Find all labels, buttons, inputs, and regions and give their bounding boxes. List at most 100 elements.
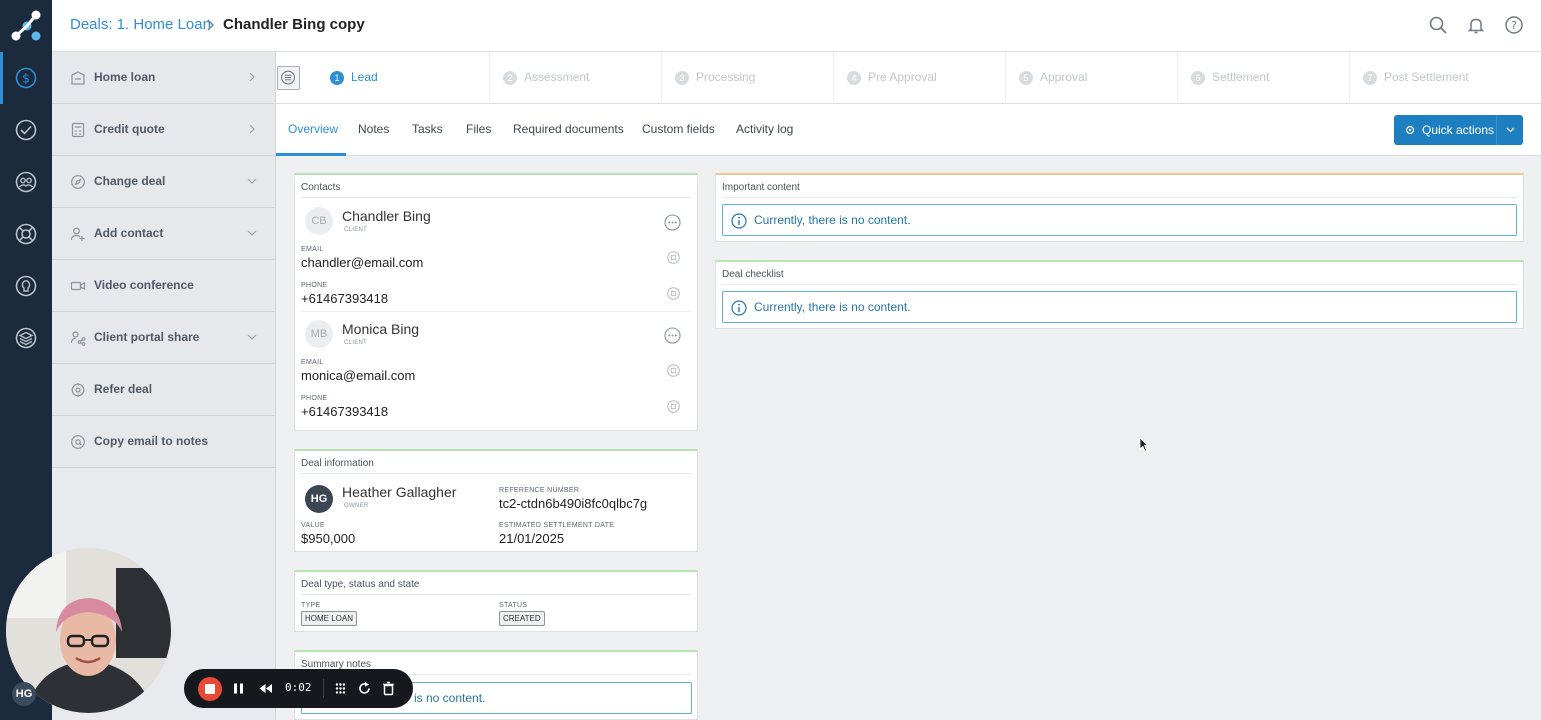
stage-post-settlement[interactable]: 7 Post Settlement <box>1363 52 1533 104</box>
sidebar-item-refer-deal[interactable]: Refer deal <box>52 364 275 416</box>
sidebar-item-credit-quote[interactable]: Credit quote <box>52 104 275 156</box>
stop-recording-button[interactable] <box>198 677 222 701</box>
sidebar-item-label: Change deal <box>94 174 166 188</box>
bell-icon[interactable] <box>1466 15 1486 35</box>
owner-role: OWNER <box>344 503 369 509</box>
trash-icon[interactable] <box>381 681 396 696</box>
sidebar-item-change-deal[interactable]: Change deal <box>52 156 275 208</box>
quick-actions-button[interactable]: Quick actions <box>1394 115 1523 145</box>
search-icon[interactable] <box>1428 15 1448 35</box>
settlement-date: 21/01/2025 <box>499 531 565 546</box>
tab-notes[interactable]: Notes <box>358 122 389 136</box>
type-badge: HOME LOAN <box>301 611 358 626</box>
mouse-cursor-icon <box>1139 437 1149 452</box>
card-title: Important content <box>722 182 800 193</box>
deal-information-card: Deal information HG Heather Gallagher OW… <box>294 449 698 552</box>
quick-actions-label: Quick actions <box>1422 123 1495 137</box>
card-divider <box>722 284 1517 285</box>
stage-number: 5 <box>1019 71 1033 85</box>
stage-pre-approval[interactable]: 4 Pre Approval <box>847 52 1006 104</box>
help-icon[interactable]: ? <box>1504 15 1524 35</box>
layers-icon[interactable] <box>14 326 38 350</box>
contact-name[interactable]: Chandler Bing <box>342 208 431 224</box>
contact-name[interactable]: Monica Bing <box>342 321 419 337</box>
chevron-down-icon <box>247 334 257 340</box>
sidebar-item-home-loan[interactable]: Home loan <box>52 52 275 104</box>
sidebar-item-copy-email-to-notes[interactable]: Copy email to notes <box>52 416 275 468</box>
home-loan-icon <box>71 71 85 85</box>
support-lifebuoy-icon[interactable] <box>14 222 38 246</box>
deal-stage-bar: 1 Lead 2 Assessment 3 Processing 4 Pre A… <box>276 52 1541 104</box>
sidebar-item-label: Client portal share <box>94 330 200 344</box>
stage-assessment[interactable]: 2 Assessment <box>503 52 662 104</box>
copy-icon[interactable] <box>667 287 680 300</box>
field-label: STATUS <box>499 602 528 609</box>
tasks-check-icon[interactable] <box>14 118 38 142</box>
deals-icon[interactable]: $ <box>14 66 38 90</box>
stage-label: Settlement <box>1212 70 1270 84</box>
contacts-icon[interactable] <box>14 170 38 194</box>
contact-email[interactable]: chandler@email.com <box>301 255 423 270</box>
card-title: Contacts <box>301 182 341 193</box>
tab-activity-log[interactable]: Activity log <box>736 122 793 136</box>
stage-processing[interactable]: 3 Processing <box>675 52 834 104</box>
active-tab-indicator <box>276 153 346 156</box>
sidebar-item-label: Add contact <box>94 226 164 240</box>
more-options-icon[interactable] <box>664 327 681 344</box>
avatar: MB <box>305 320 333 348</box>
tab-tasks[interactable]: Tasks <box>412 122 443 136</box>
empty-message: is no content. <box>414 691 486 705</box>
sidebar-item-add-contact[interactable]: Add contact <box>52 208 275 260</box>
contact-phone[interactable]: +61467393418 <box>301 404 388 419</box>
tab-overview[interactable]: Overview <box>288 122 338 136</box>
copy-icon[interactable] <box>667 364 680 377</box>
quick-actions-dropdown[interactable] <box>1496 115 1523 145</box>
contact-role: CLIENT <box>344 340 368 346</box>
deal-type-card: Deal type, status and state TYPE HOME LO… <box>294 570 698 632</box>
tab-custom-fields[interactable]: Custom fields <box>642 122 715 136</box>
stage-number: 6 <box>1191 71 1205 85</box>
stage-lead[interactable]: 1 Lead <box>330 52 490 104</box>
field-label: VALUE <box>301 522 325 529</box>
copy-icon[interactable] <box>667 400 680 413</box>
bulb-icon[interactable] <box>14 274 38 298</box>
card-title: Deal checklist <box>722 269 784 280</box>
avatar: CB <box>305 207 333 235</box>
user-avatar[interactable]: HG <box>12 682 36 706</box>
refer-icon <box>71 383 85 397</box>
stage-label: Pre Approval <box>868 70 937 84</box>
deal-value: $950,000 <box>301 531 356 546</box>
controls-divider <box>323 679 324 698</box>
svg-text:?: ? <box>1511 19 1517 32</box>
stage-settlement[interactable]: 6 Settlement <box>1191 52 1350 104</box>
chevron-right-icon <box>249 124 255 134</box>
drag-handle-icon[interactable] <box>333 681 348 696</box>
restart-icon[interactable] <box>357 681 372 696</box>
pause-icon[interactable] <box>231 681 246 696</box>
stage-approval[interactable]: 5 Approval <box>1019 52 1178 104</box>
chevron-right-icon <box>249 72 255 82</box>
rewind-icon[interactable] <box>258 681 273 696</box>
email-copy-icon <box>71 435 85 449</box>
breadcrumb-deals-link[interactable]: Deals: 1. Home Loan <box>70 16 211 33</box>
deal-tabs: Overview Notes Tasks Files Required docu… <box>276 104 1541 156</box>
deal-checklist-empty: Currently, there is no content. <box>722 291 1517 323</box>
contact-email[interactable]: monica@email.com <box>301 368 415 383</box>
chevron-down-icon <box>247 230 257 236</box>
field-label: ESTIMATED SETTLEMENT DATE <box>499 522 615 529</box>
chevron-down-icon <box>1506 127 1515 133</box>
sidebar-item-video-conference[interactable]: Video conference <box>52 260 275 312</box>
card-divider <box>301 594 691 595</box>
contact-phone[interactable]: +61467393418 <box>301 291 388 306</box>
contacts-card: Contacts CB Chandler Bing CLIENT EMAIL c… <box>294 173 698 431</box>
copy-icon[interactable] <box>667 251 680 264</box>
app-logo[interactable] <box>10 10 42 42</box>
stage-number: 7 <box>1363 71 1377 85</box>
menu-circle-icon <box>281 70 295 85</box>
tab-files[interactable]: Files <box>466 122 491 136</box>
more-options-icon[interactable] <box>664 214 681 231</box>
stage-menu-toggle[interactable] <box>277 66 300 90</box>
tab-required-documents[interactable]: Required documents <box>513 122 624 136</box>
recording-timer: 0:02 <box>285 681 312 694</box>
sidebar-item-client-portal-share[interactable]: Client portal share <box>52 312 275 364</box>
